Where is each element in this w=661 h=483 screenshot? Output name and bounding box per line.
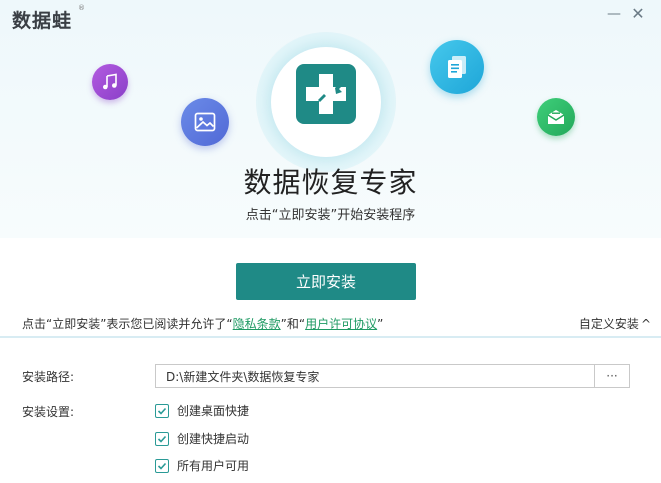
agreement-middle: ”和“ (280, 317, 306, 331)
close-button[interactable]: ✕ (627, 3, 649, 25)
close-icon: ✕ (631, 4, 645, 23)
install-path-input[interactable]: D:\新建文件夹\数据恢复专家 (155, 364, 595, 388)
custom-install-toggle[interactable]: 自定义安装 ^ (579, 315, 651, 332)
hero-banner: 数据蛙 ® — ✕ 数据恢复专家 点击“立即安装”开始安装程序 (0, 0, 661, 238)
medical-cross-icon (296, 64, 356, 124)
install-settings-label: 安装设置: (22, 405, 75, 419)
option-desktop-shortcut[interactable]: 创建桌面快捷 (155, 402, 249, 419)
checkbox[interactable] (155, 431, 169, 446)
page-title: 数据恢复专家 (243, 166, 418, 199)
option-label: 所有用户可用 (177, 459, 250, 473)
page-subtitle: 点击“立即安装”开始安装程序 (245, 208, 416, 223)
agreement-prefix: 点击“立即安装”表示您已阅读并允许了“ (22, 317, 233, 331)
app-logo: 数据蛙 (12, 10, 73, 32)
option-quick-launch[interactable]: 创建快捷启动 (155, 430, 249, 447)
browse-button[interactable]: ··· (594, 364, 630, 388)
checkmark-icon (157, 407, 167, 415)
option-all-users[interactable]: 所有用户可用 (155, 457, 249, 474)
mail-icon (537, 98, 575, 136)
minimize-button[interactable]: — (603, 3, 625, 25)
checkmark-icon (157, 462, 167, 470)
settings-panel (0, 338, 661, 483)
more-icon: ··· (606, 369, 618, 383)
install-now-button[interactable]: 立即安装 (236, 263, 416, 300)
music-icon (92, 64, 128, 100)
checkbox[interactable] (155, 458, 169, 473)
chevron-up-icon: ^ (640, 317, 651, 331)
image-icon (181, 98, 229, 146)
documents-icon (430, 40, 484, 94)
checkbox[interactable] (155, 403, 169, 418)
install-path-label: 安装路径: (22, 370, 75, 384)
agreement-suffix: ” (377, 317, 384, 331)
privacy-policy-link[interactable]: 隐私条款 (233, 317, 281, 331)
option-label: 创建桌面快捷 (177, 404, 250, 418)
user-license-link[interactable]: 用户许可协议 (305, 317, 377, 331)
install-path-value: D:\新建文件夹\数据恢复专家 (166, 369, 320, 384)
option-label: 创建快捷启动 (177, 432, 250, 446)
agreement-text: 点击“立即安装”表示您已阅读并允许了“隐私条款”和“用户许可协议” (22, 315, 383, 332)
registered-mark: ® (78, 4, 85, 12)
checkmark-icon (157, 435, 167, 443)
minimize-icon: — (607, 6, 621, 22)
custom-install-label: 自定义安装 (578, 317, 639, 331)
